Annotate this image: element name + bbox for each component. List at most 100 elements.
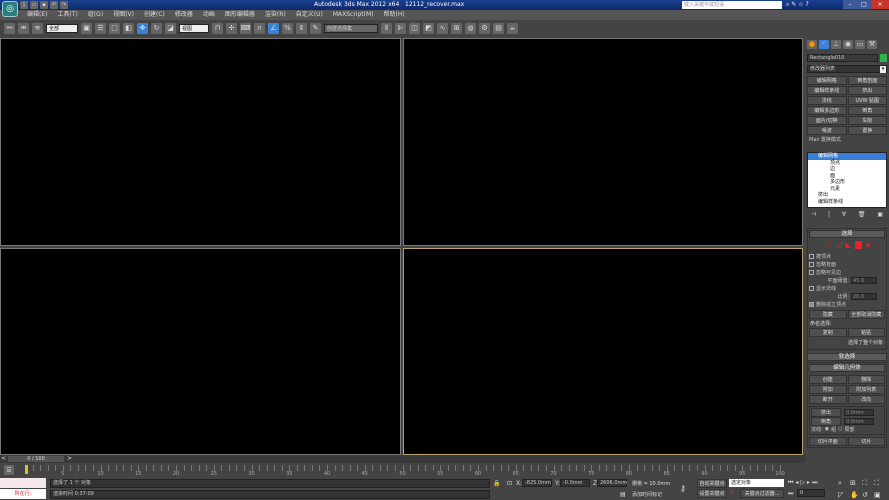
object-color-swatch[interactable] (880, 54, 887, 62)
track-bar[interactable]: ⌸ 5 10 15 20 25 30 35 40 45 50 55 60 65 70 75 80 85 90 95 1… (0, 463, 805, 478)
open-icon[interactable]: ▭ (30, 1, 38, 9)
graphite-icon[interactable]: ◩ (423, 22, 434, 34)
zoom-icon[interactable]: ⌕ (838, 479, 850, 488)
menu-graph-editors[interactable]: 图形编辑器 (220, 10, 260, 20)
next-key-icon[interactable]: ▸ (807, 479, 810, 487)
attach-button[interactable]: 附加 (809, 385, 847, 394)
menu-create[interactable]: 创建(C) (139, 10, 170, 20)
angle-snap-icon[interactable]: ∠ (268, 22, 279, 34)
plane-thresh-spinner[interactable]: 45.0 (851, 276, 877, 284)
maximize-viewport-icon[interactable]: ▣ (874, 491, 886, 499)
current-frame-field[interactable]: 0 (797, 489, 825, 497)
local-radio[interactable]: ○ (838, 426, 842, 432)
close-button[interactable]: ✕ (871, 0, 889, 9)
viewport-bottom-left[interactable] (0, 248, 401, 455)
hide-button[interactable]: 隐藏 (809, 310, 847, 319)
menu-edit[interactable]: 编辑(E) (22, 10, 52, 20)
maxscript-listener[interactable] (0, 478, 46, 488)
align-icon[interactable]: ⊫ (395, 22, 406, 34)
rendered-frame-icon[interactable]: ▤ (493, 22, 504, 34)
display-tab-icon[interactable]: ▭ (855, 40, 865, 49)
mod-lathe-button[interactable]: 车削 (847, 116, 887, 125)
render-icon[interactable]: ☕ (507, 22, 518, 34)
object-name-field[interactable]: Rectangle010 (807, 54, 878, 62)
mod-extrude-button[interactable]: 挤出 (847, 86, 887, 95)
zoom-all-icon[interactable]: ⊞ (850, 479, 862, 488)
key-icon[interactable]: ⚷ (680, 484, 686, 493)
edge-icon[interactable]: ◿ (836, 241, 841, 249)
pivot-center-icon[interactable]: ⊓ (212, 22, 223, 34)
mod-displace-button[interactable]: 置换 (847, 126, 887, 135)
bevel-spinner[interactable]: 0.0mm (844, 417, 874, 425)
delete-isolated-checkbox[interactable]: 删除孤立顶点 (809, 300, 885, 308)
by-vertex-checkbox[interactable]: 按顶点 (809, 252, 885, 260)
infocenter-icons[interactable]: ⌕ ✎ ☆ ? (786, 1, 809, 9)
bevel-button[interactable]: 倒角 (811, 416, 841, 426)
group-radio[interactable]: ◉ (825, 426, 829, 432)
select-rotate-icon[interactable]: ↻ (151, 22, 162, 34)
edit-geometry-header[interactable]: 编辑几何体 (809, 364, 885, 372)
maximize-button[interactable]: □ (857, 0, 871, 9)
modifier-list-dropdown[interactable]: 修改器列表 ▾ (807, 65, 887, 73)
set-key-button[interactable]: 设置关键点 (697, 489, 727, 498)
stack-item[interactable]: 编辑样条线 (808, 199, 886, 206)
motion-tab-icon[interactable]: ◉ (843, 40, 853, 49)
manipulate-icon[interactable]: ✢ (226, 22, 237, 34)
link-icon[interactable]: ⚯ (4, 22, 15, 34)
script-line-label[interactable]: 所在行: (0, 489, 46, 499)
render-setup-icon[interactable]: ⚙ (479, 22, 490, 34)
remove-modifier-icon[interactable]: 🗑 (858, 211, 866, 218)
menu-animation[interactable]: 动画 (198, 10, 220, 20)
extrude-spinner[interactable]: 0.0mm (844, 408, 874, 416)
selection-filter-dropdown[interactable]: 全部 (46, 23, 78, 33)
select-move-icon[interactable]: ✥ (137, 22, 148, 34)
create-tab-icon[interactable]: ● (807, 40, 817, 49)
z-coord-field[interactable]: 2606.0mm (597, 479, 627, 487)
attach-list-button[interactable]: 附加列表 (847, 385, 885, 394)
mod-edit-poly-button[interactable]: 编辑多边形 (807, 106, 847, 115)
menu-customize[interactable]: 自定义(U) (291, 10, 328, 20)
curve-editor-icon[interactable]: ∿ (437, 22, 448, 34)
delete-button[interactable]: 删除 (847, 375, 885, 384)
vertex-icon[interactable]: ⋰ (825, 241, 832, 249)
make-unique-icon[interactable]: ∀ (842, 211, 846, 218)
pan-icon[interactable]: ✋ (850, 491, 862, 499)
viewport-top-left[interactable] (0, 38, 401, 246)
mod-edit-mesh-button[interactable]: 编辑网格 (807, 76, 847, 85)
unhide-all-button[interactable]: 全部取消隐藏 (847, 310, 885, 319)
pin-stack-icon[interactable]: ⊣ (811, 211, 816, 218)
element-icon[interactable]: ◈ (866, 241, 871, 249)
mod-bevel-button[interactable]: 倒角 (847, 106, 887, 115)
key-filters-button[interactable]: 关键点过滤器... (740, 489, 784, 498)
new-icon[interactable]: ▯ (20, 1, 28, 9)
select-scale-icon[interactable]: ◪ (165, 22, 176, 34)
add-time-tag[interactable]: 添加时间标记 (632, 491, 662, 498)
ignore-backfacing-checkbox[interactable]: 忽略背面 (809, 260, 885, 268)
extrude-button[interactable]: 挤出 (811, 407, 841, 417)
orbit-icon[interactable]: ↺ (862, 491, 874, 499)
select-object-icon[interactable]: ▣ (81, 22, 92, 34)
layer-manager-icon[interactable]: ◫ (409, 22, 420, 34)
show-normals-checkbox[interactable]: 显示法线 (809, 284, 885, 292)
modify-tab-icon[interactable]: ◜ (819, 40, 829, 49)
selection-rollout-header[interactable]: 选择 (809, 230, 885, 238)
modifier-stack[interactable]: 编辑网格 顶点 边 面 多边形 元素 挤出 编辑样条线 (807, 152, 887, 208)
menu-modifiers[interactable]: 修改器 (170, 10, 198, 20)
mod-patch-button[interactable]: 面片/切换 (807, 116, 847, 125)
soft-selection-rollout[interactable]: 软选择 (807, 353, 887, 361)
menu-tools[interactable]: 工具(T) (52, 10, 82, 20)
play-icon[interactable]: ▷ (800, 479, 805, 487)
schematic-view-icon[interactable]: ⊞ (451, 22, 462, 34)
utilities-tab-icon[interactable]: ⚒ (867, 40, 877, 49)
key-mode-dropdown[interactable]: 选定对象 (729, 479, 784, 487)
auto-key-button[interactable]: 自动关键点 (697, 479, 727, 488)
slice-plane-button[interactable]: 切片平面 (809, 437, 847, 446)
copy-button[interactable]: 复制 (809, 328, 847, 337)
menu-views[interactable]: 视图(V) (108, 10, 139, 20)
percent-snap-icon[interactable]: % (282, 22, 293, 34)
face-icon[interactable]: ◣ (846, 241, 851, 249)
select-by-name-icon[interactable]: ☰ (95, 22, 106, 34)
named-selection-dropdown[interactable]: 创建选择集 (324, 23, 378, 33)
ignore-visible-edges-checkbox[interactable]: 忽略可见边 (809, 268, 885, 276)
time-slider-thumb[interactable]: 0 / 100 (8, 456, 64, 462)
